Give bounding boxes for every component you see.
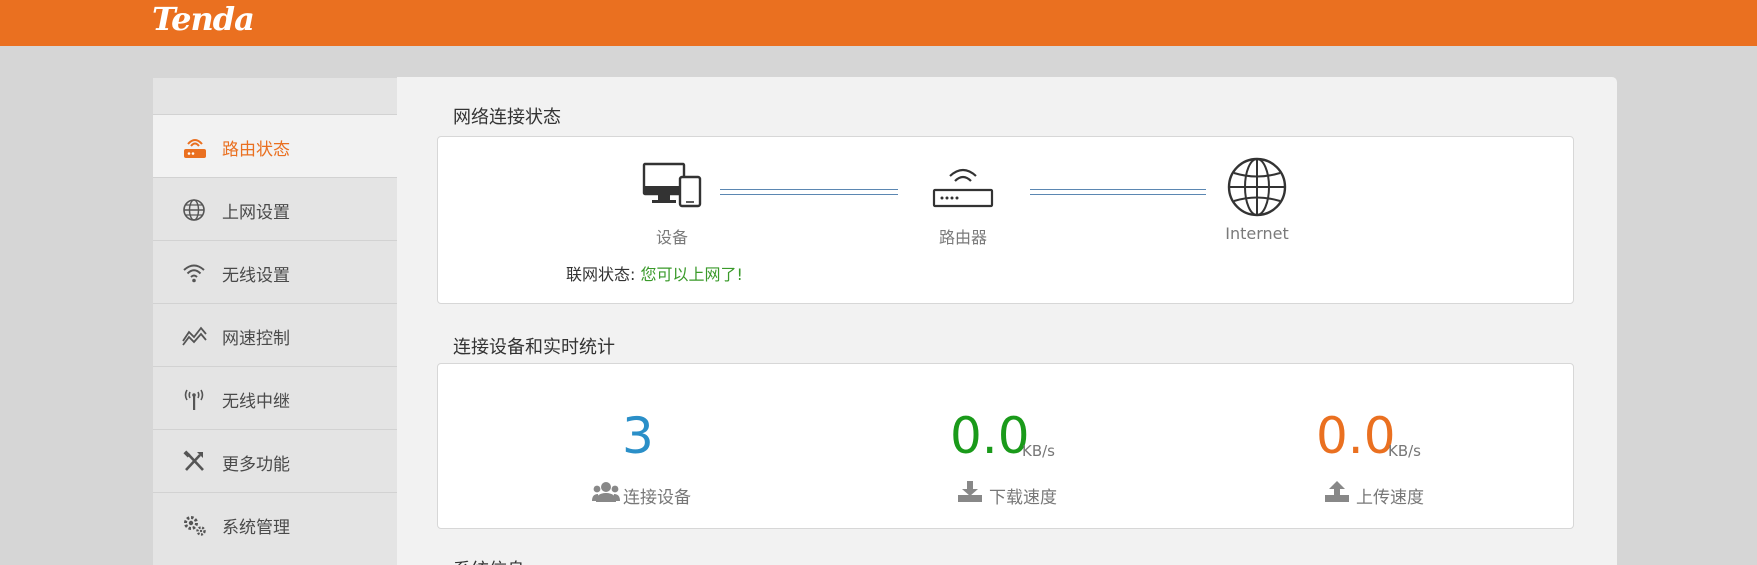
sidebar-item-system-management[interactable]: 系统管理	[153, 492, 397, 555]
gears-icon	[182, 513, 208, 537]
node-label-router: 路由器	[938, 228, 987, 247]
antenna-icon	[182, 387, 208, 411]
sidebar-nav: 路由状态 上网设置 无线设置 网速控制 无线中继 更多功能 系统管理	[153, 78, 397, 565]
network-status-card: 设备 路由器 Internet 联网状态: 您可以上网了!	[437, 136, 1574, 304]
sidebar-item-label: 网速控制	[222, 329, 290, 349]
tenda-logo: Tenda	[152, 0, 255, 38]
main-content: 网络连接状态 设备 路由器 Internet 联网状态: 您可以上网了! 连接设…	[397, 77, 1617, 565]
section-title-system-info: 系统信息	[453, 556, 525, 565]
sidebar-item-label: 路由状态	[222, 140, 290, 160]
sidebar-item-wireless-settings[interactable]: 无线设置	[153, 240, 397, 303]
upload-speed-unit: KB/s	[1388, 442, 1421, 460]
section-title-stats: 连接设备和实时统计	[453, 337, 615, 358]
internet-status-value: 您可以上网了!	[640, 265, 743, 284]
sidebar-item-label: 无线中继	[222, 392, 290, 412]
wifi-icon	[182, 261, 208, 285]
speed-chart-icon	[182, 324, 208, 348]
sidebar-item-label: 更多功能	[222, 455, 290, 475]
internet-status-label: 联网状态:	[566, 265, 636, 284]
download-icon	[958, 481, 982, 507]
sidebar-item-label: 系统管理	[222, 518, 290, 538]
sidebar-item-more-features[interactable]: 更多功能	[153, 429, 397, 492]
upload-speed-label: 上传速度	[1356, 488, 1424, 508]
section-title-network-status: 网络连接状态	[453, 107, 561, 128]
top-header-bar: Tenda	[0, 0, 1757, 46]
connected-devices-label: 连接设备	[623, 488, 691, 508]
sidebar-item-label: 上网设置	[222, 203, 290, 223]
stats-card: 3 连接设备 0.0 KB/s 下载速度 0.0 KB/s 上传速度	[437, 363, 1574, 529]
globe-icon	[1226, 156, 1288, 222]
globe-icon	[182, 198, 208, 222]
sidebar-item-router-status[interactable]: 路由状态	[153, 114, 397, 177]
node-label-devices: 设备	[655, 228, 688, 247]
internet-status: 联网状态: 您可以上网了!	[566, 261, 743, 285]
users-icon	[592, 481, 620, 507]
tools-icon	[182, 450, 208, 474]
download-speed-label: 下载速度	[989, 488, 1057, 508]
upload-icon	[1325, 481, 1349, 507]
connected-devices-count: 3	[622, 407, 654, 465]
download-speed-unit: KB/s	[1022, 442, 1055, 460]
download-speed-value: 0.0	[950, 407, 1030, 465]
devices-icon	[642, 162, 702, 212]
sidebar-item-internet-settings[interactable]: 上网设置	[153, 177, 397, 240]
upload-speed-value: 0.0	[1316, 407, 1396, 465]
sidebar-item-label: 无线设置	[222, 266, 290, 286]
sidebar-item-wireless-repeater[interactable]: 无线中继	[153, 366, 397, 429]
node-label-internet: Internet	[1225, 224, 1289, 243]
connection-line-router-internet	[1030, 189, 1206, 195]
router-icon	[182, 135, 208, 159]
connection-line-devices-router	[720, 189, 898, 195]
router-icon	[932, 162, 994, 212]
sidebar-item-speed-control[interactable]: 网速控制	[153, 303, 397, 366]
